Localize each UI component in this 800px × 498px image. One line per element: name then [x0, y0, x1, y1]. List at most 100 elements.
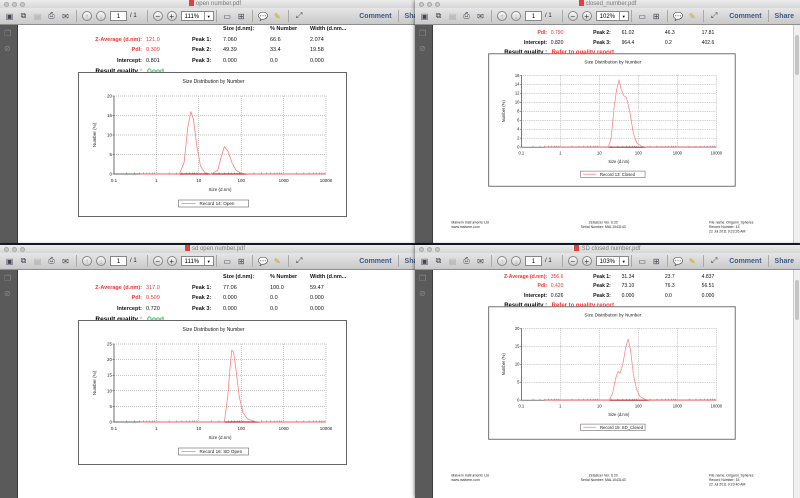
email-button[interactable]: ✉: [475, 11, 486, 22]
comment-button[interactable]: Comment: [723, 258, 767, 265]
share-button[interactable]: Share: [769, 13, 800, 20]
highlight-button[interactable]: ✎: [687, 11, 698, 22]
save-button[interactable]: ▤: [447, 11, 458, 22]
page-nav-button[interactable]: ↑: [82, 11, 92, 21]
page-number-input[interactable]: 1: [110, 11, 127, 21]
zoom-out-button[interactable]: −: [153, 256, 163, 266]
zoom-in-button[interactable]: +: [167, 11, 177, 21]
zoom-in-button[interactable]: +: [582, 256, 592, 266]
print-button[interactable]: ⎙: [461, 256, 472, 267]
page-nav-button[interactable]: ↑: [497, 11, 507, 21]
pages-panel-icon[interactable]: ❐: [4, 30, 12, 38]
x-tick-label: 1: [155, 426, 158, 431]
fit-page-button[interactable]: ▭: [637, 256, 648, 267]
convert-button[interactable]: ⧉: [18, 11, 29, 22]
share-button[interactable]: Share: [769, 258, 800, 265]
full-screen-button[interactable]: ⤢: [709, 256, 720, 267]
page-nav-button[interactable]: ↑: [82, 256, 92, 266]
title-bar[interactable]: sd open number.pdf: [0, 245, 430, 253]
print-button[interactable]: ⎙: [46, 256, 57, 267]
print-button[interactable]: ⎙: [46, 11, 57, 22]
email-button[interactable]: ✉: [475, 256, 486, 267]
highlight-button[interactable]: ✎: [272, 256, 283, 267]
page-nav-button[interactable]: ↓: [511, 11, 521, 21]
page-number-input[interactable]: 1: [110, 256, 127, 266]
create-pdf-button[interactable]: ▣: [4, 11, 15, 22]
create-pdf-button[interactable]: ▣: [419, 256, 430, 267]
email-button[interactable]: ✉: [60, 11, 71, 22]
peak-size: 0.000: [223, 58, 237, 64]
pages-panel-icon[interactable]: ❐: [419, 275, 427, 283]
page-nav-button[interactable]: ↓: [96, 11, 106, 21]
title-bar[interactable]: SD closed number.pdf: [415, 245, 800, 253]
highlight-icon: ✎: [274, 12, 281, 21]
title-bar[interactable]: closed_number.pdf: [415, 0, 800, 8]
convert-button[interactable]: ⧉: [433, 256, 444, 267]
comment-bubble-button[interactable]: 💬: [258, 256, 269, 267]
zoom-in-button[interactable]: +: [167, 256, 177, 266]
page-nav-button[interactable]: ↑: [497, 256, 507, 266]
peak-width: 402.6: [702, 40, 715, 46]
attachments-icon[interactable]: ⊘: [4, 290, 12, 298]
zoom-out-button[interactable]: −: [568, 256, 578, 266]
full-screen-button[interactable]: ⤢: [709, 11, 720, 22]
email-button[interactable]: ✉: [60, 256, 71, 267]
save-button[interactable]: ▤: [447, 256, 458, 267]
attachments-icon[interactable]: ⊘: [4, 45, 12, 53]
field-label: PdI:: [18, 47, 142, 53]
create-pdf-button[interactable]: ▣: [4, 256, 15, 267]
convert-button[interactable]: ⧉: [433, 11, 444, 22]
pages-panel-icon[interactable]: ❐: [4, 275, 12, 283]
scrollbar-thumb[interactable]: [795, 35, 799, 75]
page-nav-button[interactable]: ↓: [511, 256, 521, 266]
comment-button[interactable]: Comment: [723, 13, 767, 20]
fit-page-button[interactable]: ▭: [222, 11, 233, 22]
comment-button[interactable]: Comment: [353, 13, 397, 20]
full-screen-button[interactable]: ⤢: [294, 256, 305, 267]
comment-bubble-button[interactable]: 💬: [673, 256, 684, 267]
comment-bubble-button[interactable]: 💬: [258, 11, 269, 22]
x-axis-label: Size (d.nm): [608, 159, 630, 164]
create-pdf-button[interactable]: ▣: [419, 11, 430, 22]
pages-panel-icon[interactable]: ❐: [419, 30, 427, 38]
vertical-scrollbar[interactable]: [793, 270, 800, 498]
zoom-select[interactable]: 111%▼: [181, 11, 214, 21]
zoom-select[interactable]: 111%▼: [181, 256, 214, 266]
pdf-file-icon: [574, 245, 579, 251]
fit-page-button[interactable]: ▭: [222, 256, 233, 267]
page-number-input[interactable]: 1: [525, 11, 542, 21]
attachments-icon[interactable]: ⊘: [419, 290, 427, 298]
highlight-button[interactable]: ✎: [687, 256, 698, 267]
legend-label: Record 16: SD Open: [200, 449, 243, 454]
zoom-select[interactable]: 103%▼: [596, 256, 629, 266]
zoom-out-button[interactable]: −: [568, 11, 578, 21]
comment-button[interactable]: Comment: [353, 258, 397, 265]
comment-bubble-button[interactable]: 💬: [673, 11, 684, 22]
attachments-icon[interactable]: ⊘: [419, 45, 427, 53]
page-nav-button[interactable]: ↓: [96, 256, 106, 266]
title-bar[interactable]: open number.pdf: [0, 0, 430, 8]
peak-pct: 23.7: [665, 274, 675, 280]
page-number-input[interactable]: 1: [525, 256, 542, 266]
zoom-in-button[interactable]: +: [582, 11, 592, 21]
highlight-button[interactable]: ✎: [272, 11, 283, 22]
column-header: % Number: [270, 274, 297, 280]
toolbar-separator: [562, 10, 563, 22]
print-button[interactable]: ⎙: [461, 11, 472, 22]
fit-width-button[interactable]: ⊞: [236, 11, 247, 22]
fit-width-button[interactable]: ⊞: [236, 256, 247, 267]
save-button[interactable]: ▤: [32, 11, 43, 22]
fit-page-button[interactable]: ▭: [637, 11, 648, 22]
peak-width: 17.81: [702, 30, 715, 36]
y-tick-label: 5: [109, 404, 112, 409]
zoom-select[interactable]: 102%▼: [596, 11, 629, 21]
chevron-down-icon: ▼: [619, 12, 628, 20]
scrollbar-thumb[interactable]: [795, 280, 799, 320]
zoom-out-button[interactable]: −: [153, 11, 163, 21]
fit-width-button[interactable]: ⊞: [651, 11, 662, 22]
fit-width-button[interactable]: ⊞: [651, 256, 662, 267]
vertical-scrollbar[interactable]: [793, 25, 800, 243]
save-button[interactable]: ▤: [32, 256, 43, 267]
full-screen-button[interactable]: ⤢: [294, 11, 305, 22]
convert-button[interactable]: ⧉: [18, 256, 29, 267]
